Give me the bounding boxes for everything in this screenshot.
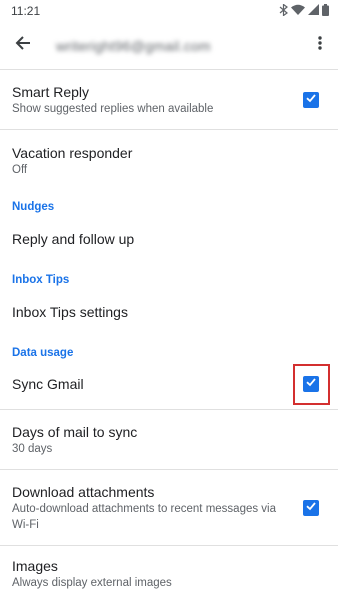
status-bar: 11:21 xyxy=(0,0,338,22)
smart-reply-checkbox[interactable] xyxy=(303,91,319,109)
setting-days-to-sync[interactable]: Days of mail to sync 30 days xyxy=(0,410,338,470)
days-to-sync-subtitle: 30 days xyxy=(12,442,53,455)
status-time: 11:21 xyxy=(11,4,41,18)
bluetooth-icon xyxy=(279,2,288,19)
check-icon xyxy=(305,91,317,109)
section-header-inbox-tips: Inbox Tips xyxy=(12,274,70,286)
download-attachments-subtitle: Auto-download attachments to recent mess… xyxy=(12,502,277,531)
sync-gmail-checkbox[interactable] xyxy=(303,376,319,392)
vacation-subtitle: Off xyxy=(12,164,28,176)
section-header-nudges: Nudges xyxy=(12,201,55,213)
app-bar: writeright96@gmail.com xyxy=(0,22,338,70)
vacation-title: Vacation responder xyxy=(12,145,133,161)
download-attachments-checkbox[interactable] xyxy=(303,499,319,517)
download-attachments-title: Download attachments xyxy=(12,483,155,500)
back-button[interactable] xyxy=(10,33,36,59)
setting-download-attachments[interactable]: Download attachments Auto-download attac… xyxy=(0,470,338,546)
setting-inbox-tips[interactable]: Inbox Tips settings xyxy=(0,286,338,338)
check-icon xyxy=(305,499,317,517)
inbox-tips-title: Inbox Tips settings xyxy=(12,304,128,320)
sync-gmail-title: Sync Gmail xyxy=(12,376,84,392)
images-subtitle: Always display external images xyxy=(12,577,172,589)
account-email: writeright96@gmail.com xyxy=(56,37,211,54)
signal-icon xyxy=(308,4,319,18)
battery-icon xyxy=(322,3,329,19)
smart-reply-subtitle: Show suggested replies when available xyxy=(12,102,214,115)
setting-reply-follow-up[interactable]: Reply and follow up xyxy=(0,213,338,265)
wifi-icon xyxy=(291,4,305,18)
days-to-sync-title: Days of mail to sync xyxy=(12,423,138,440)
more-vert-icon xyxy=(318,36,322,55)
arrow-back-icon xyxy=(15,35,31,56)
more-options-button[interactable] xyxy=(310,33,330,59)
setting-images[interactable]: Images Always display external images xyxy=(0,546,338,600)
images-title: Images xyxy=(12,558,58,574)
setting-vacation-responder[interactable]: Vacation responder Off xyxy=(0,130,338,192)
reply-follow-up-title: Reply and follow up xyxy=(12,231,135,247)
check-icon xyxy=(305,375,317,393)
section-header-data-usage: Data usage xyxy=(12,347,74,359)
setting-smart-reply[interactable]: Smart Reply Show suggested replies when … xyxy=(0,70,338,130)
setting-sync-gmail[interactable]: Sync Gmail xyxy=(0,359,338,410)
smart-reply-title: Smart Reply xyxy=(12,83,90,100)
